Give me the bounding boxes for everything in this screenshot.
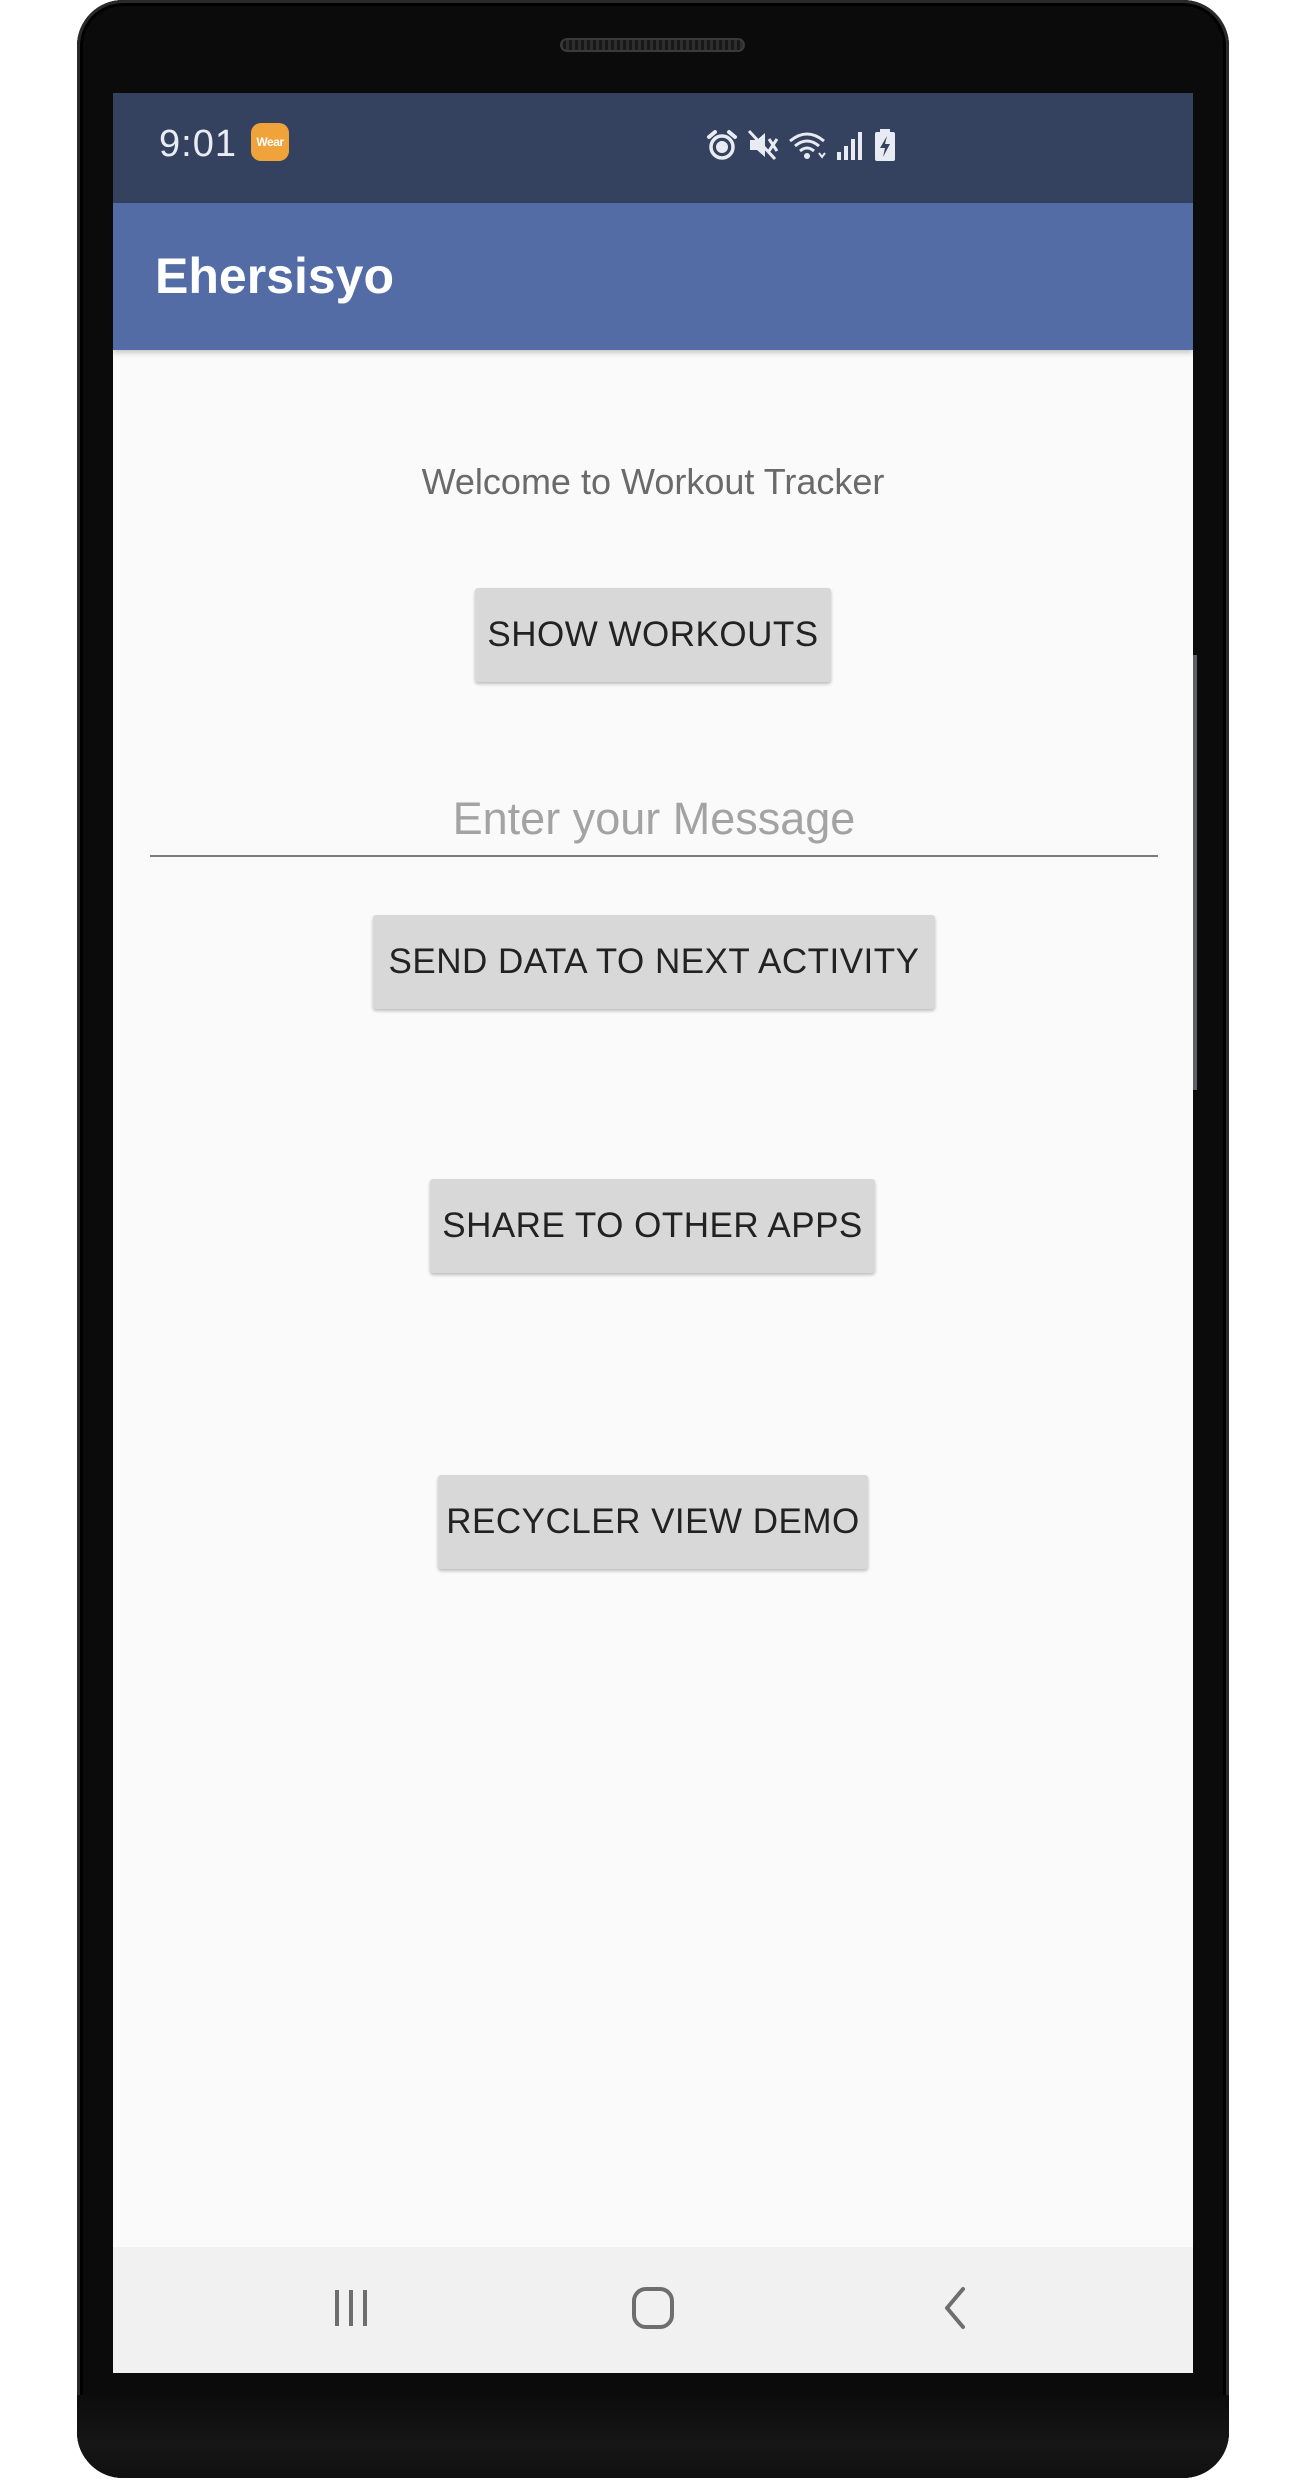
recents-icon [329, 2286, 373, 2335]
status-bar: 9:01 Wear [113, 93, 1193, 203]
recents-button[interactable] [311, 2277, 391, 2343]
phone-screen: 9:01 Wear Ehersisyo Welcome to Workout T… [113, 93, 1193, 2373]
mute-icon [747, 128, 779, 162]
welcome-text: Welcome to Workout Tracker [421, 461, 885, 502]
show-workouts-button[interactable]: SHOW WORKOUTS [475, 588, 831, 682]
send-data-button[interactable]: SEND DATA TO NEXT ACTIVITY [373, 915, 935, 1009]
battery-charging-icon [873, 128, 897, 162]
wifi-icon [787, 128, 827, 162]
share-to-other-apps-button[interactable]: SHARE TO OTHER APPS [430, 1179, 875, 1273]
status-time: 9:01 [159, 123, 237, 165]
wear-app-icon: Wear [251, 123, 289, 161]
app-title: Ehersisyo [155, 248, 395, 304]
status-icons [705, 125, 897, 165]
app-bar: Ehersisyo [113, 203, 1193, 350]
message-input[interactable] [150, 783, 1158, 857]
home-icon [630, 2285, 676, 2336]
back-button[interactable] [915, 2277, 995, 2343]
navigation-bar [113, 2247, 1193, 2373]
phone-chin [77, 2395, 1229, 2478]
recycler-view-demo-button[interactable]: RECYCLER VIEW DEMO [438, 1475, 868, 1569]
home-button[interactable] [613, 2277, 693, 2343]
earpiece-speaker [560, 38, 745, 52]
back-icon [935, 2285, 975, 2336]
signal-icon [835, 128, 865, 162]
alarm-icon [705, 128, 739, 162]
